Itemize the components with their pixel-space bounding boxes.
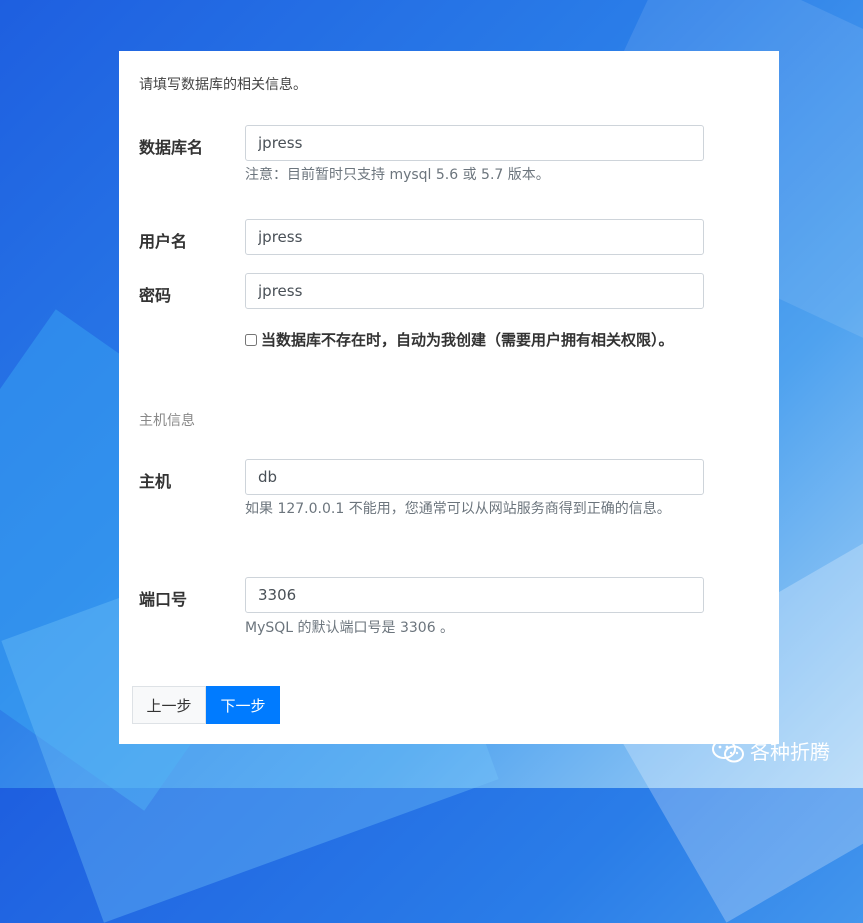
- username-input[interactable]: [245, 219, 704, 255]
- host-label: 主机: [139, 472, 172, 491]
- prev-step-button[interactable]: 上一步: [132, 686, 206, 724]
- host-input[interactable]: [245, 459, 704, 495]
- create-db-checkbox-label[interactable]: 当数据库不存在时，自动为我创建（需要用户拥有相关权限）。: [261, 329, 674, 350]
- wechat-icon: [712, 738, 744, 762]
- watermark-text: 各种折腾: [750, 740, 830, 764]
- dbname-help: 注意：目前暂时只支持 mysql 5.6 或 5.7 版本。: [245, 167, 550, 183]
- port-input[interactable]: [245, 577, 704, 613]
- dbname-label: 数据库名: [139, 138, 204, 157]
- database-config-card: 请填写数据库的相关信息。 数据库名 注意：目前暂时只支持 mysql 5.6 或…: [119, 51, 779, 744]
- next-step-button[interactable]: 下一步: [206, 686, 280, 724]
- watermark: 各种折腾: [710, 736, 830, 765]
- intro-text: 请填写数据库的相关信息。: [139, 77, 307, 93]
- host-section-title: 主机信息: [139, 413, 195, 429]
- port-label: 端口号: [139, 590, 188, 609]
- password-label: 密码: [139, 286, 172, 305]
- create-db-checkbox[interactable]: [245, 333, 257, 346]
- host-help: 如果 127.0.0.1 不能用，您通常可以从网站服务商得到正确的信息。: [245, 501, 671, 517]
- password-input[interactable]: [245, 273, 704, 309]
- port-help: MySQL 的默认端口号是 3306 。: [245, 620, 455, 636]
- create-db-option: 当数据库不存在时，自动为我创建（需要用户拥有相关权限）。: [245, 329, 674, 350]
- dbname-input[interactable]: [245, 125, 704, 161]
- username-label: 用户名: [139, 232, 188, 251]
